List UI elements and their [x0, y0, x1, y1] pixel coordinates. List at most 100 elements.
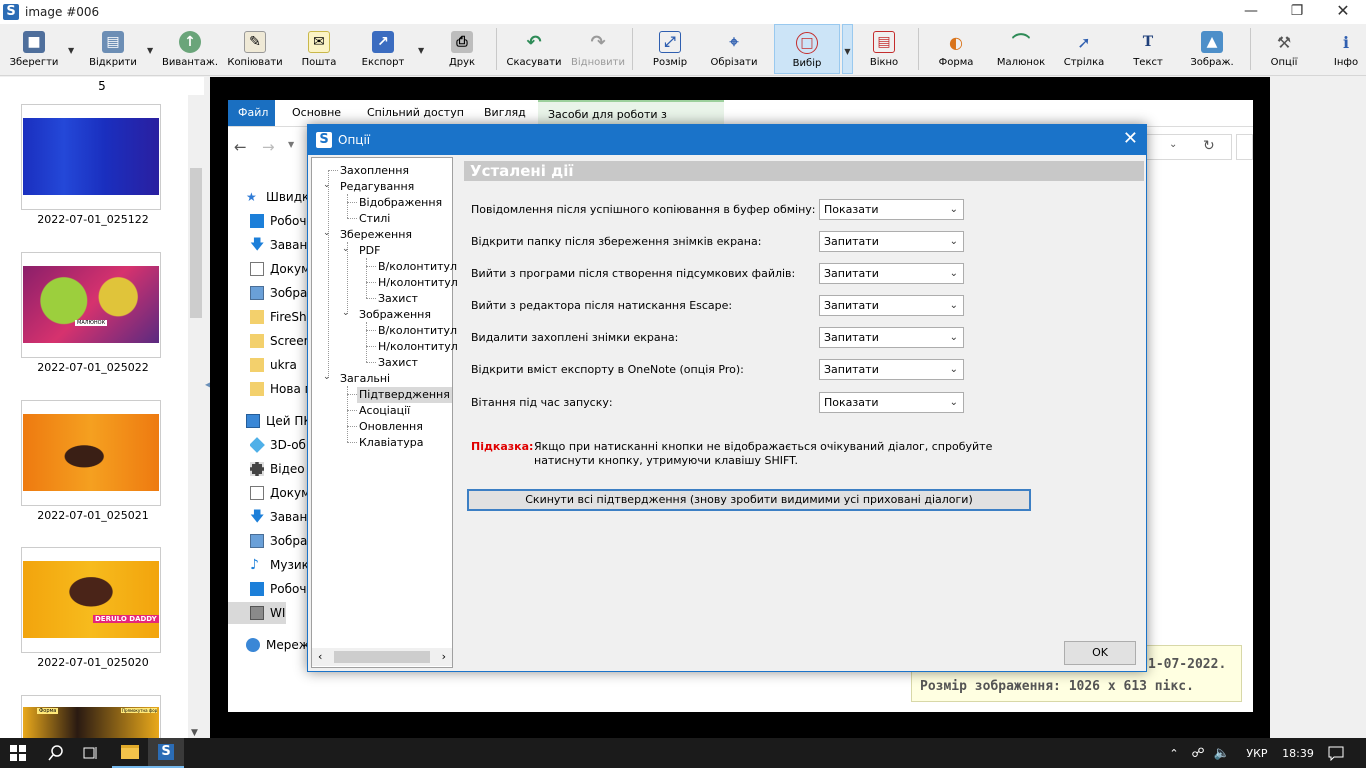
ribbon-tab-view: Вигляд	[484, 106, 526, 119]
search-button[interactable]	[40, 738, 72, 768]
draw-button[interactable]: ⌒ Малюнок	[994, 24, 1048, 74]
tree-item-images[interactable]: Зображення	[359, 307, 431, 323]
maximize-button[interactable]: ❐	[1274, 0, 1320, 24]
save-icon: ■	[23, 31, 45, 53]
tree-item-associations[interactable]: Асоціації	[359, 403, 410, 419]
tree-item-image-protection[interactable]: Захист	[378, 355, 418, 371]
delete-captures-select[interactable]: Запитати ⌄	[819, 327, 964, 348]
thumbnail-scrollbar[interactable]: ▼	[188, 95, 204, 740]
shape-button[interactable]: ◐ Форма	[932, 24, 980, 74]
crop-button[interactable]: ⌖ Обрізати	[708, 24, 760, 74]
dialog-close-button[interactable]: ✕	[1123, 129, 1138, 149]
thumbnail-item[interactable]: Форма Прямокутна форма	[21, 695, 161, 741]
exit-on-escape-select[interactable]: Запитати ⌄	[819, 295, 964, 316]
tree-item-image-header[interactable]: В/колонтитул	[378, 323, 457, 339]
tree-item-image-footer[interactable]: Н/колонтитул	[378, 339, 458, 355]
volume-icon[interactable]: 🔈	[1212, 738, 1232, 768]
tree-horizontal-scrollbar[interactable]: ‹ ›	[312, 648, 452, 666]
copy-notification-select[interactable]: Показати ⌄	[819, 199, 964, 220]
text-button[interactable]: T Текст	[1126, 24, 1170, 74]
tree-item-styles[interactable]: Стилі	[359, 211, 390, 227]
chevron-down-icon: ⌄	[949, 236, 958, 247]
tree-item-display[interactable]: Відображення	[359, 195, 442, 211]
tree-item-keyboard[interactable]: Клавіатура	[359, 435, 424, 451]
tree-expand-icon[interactable]: ⌄	[342, 308, 350, 318]
undo-button[interactable]: ↶ Скасувати	[504, 24, 564, 74]
select-button[interactable]: □ Вибір	[774, 24, 840, 74]
redo-button[interactable]: ↷ Відновити	[568, 24, 628, 74]
clock[interactable]: 18:39	[1276, 738, 1320, 768]
desktop-icon	[250, 582, 264, 596]
tree-expand-icon[interactable]: ⌄	[323, 180, 331, 190]
thumbnail-item[interactable]	[21, 400, 161, 506]
thumbnail-item[interactable]: DERULO DADDY	[21, 547, 161, 653]
export-dropdown-arrow[interactable]: ▼	[418, 46, 424, 55]
startup-greeting-select[interactable]: Показати ⌄	[819, 392, 964, 413]
tree-item-pdf-header[interactable]: В/колонтитул	[378, 259, 457, 275]
onenote-export-select[interactable]: Запитати ⌄	[819, 359, 964, 380]
scroll-down-icon[interactable]: ▼	[191, 728, 198, 738]
nav-item: Документи	[250, 482, 308, 504]
chevron-down-icon: ⌄	[949, 268, 958, 279]
info-button[interactable]: i Інфо	[1326, 24, 1366, 74]
scrollbar-thumb[interactable]	[334, 651, 430, 663]
image-button[interactable]: ▲ Зобрaж.	[1186, 24, 1238, 74]
task-view-icon	[83, 747, 97, 759]
tree-expand-icon[interactable]: ⌄	[323, 372, 331, 382]
video-icon	[250, 462, 264, 476]
file-explorer-taskbar-button[interactable]	[112, 738, 148, 768]
tree-item-pdf-protection[interactable]: Захист	[378, 291, 418, 307]
reset-confirmations-button[interactable]: Скинути всі підтвердження (знову зробити…	[467, 489, 1031, 511]
tree-expand-icon[interactable]: ⌄	[342, 244, 350, 254]
close-button[interactable]: ✕	[1320, 0, 1366, 24]
setting-label: Вийти з редактора після натискання Escap…	[471, 299, 733, 312]
open-folder-select[interactable]: Запитати ⌄	[819, 231, 964, 252]
tree-item-pdf-footer[interactable]: Н/колонтитул	[378, 275, 458, 291]
toolbar-separator	[1250, 28, 1251, 70]
scrollbar-thumb[interactable]	[190, 168, 202, 318]
copy-button[interactable]: ✎ Копіювати	[226, 24, 284, 74]
network-icon[interactable]: ☍	[1188, 738, 1208, 768]
tree-item-editing[interactable]: Редагування	[340, 179, 414, 195]
scroll-right-icon[interactable]: ›	[442, 650, 446, 663]
open-dropdown-arrow[interactable]: ▼	[147, 46, 153, 55]
scroll-left-icon[interactable]: ‹	[318, 650, 322, 663]
arrow-button[interactable]: ➚ Стрілка	[1060, 24, 1108, 74]
select-dropdown-arrow[interactable]: ▼	[842, 24, 853, 74]
mail-button[interactable]: ✉ Пошта	[296, 24, 342, 74]
folder-icon	[250, 382, 264, 396]
language-indicator[interactable]: УКР	[1240, 738, 1274, 768]
save-button[interactable]: ■ Зберегти	[6, 24, 62, 74]
open-button[interactable]: ▤ Відкрити	[86, 24, 140, 74]
print-button[interactable]: ⎙ Друк	[440, 24, 484, 74]
thumbnail-item[interactable]: МАЛЮНОК	[21, 252, 161, 358]
task-view-button[interactable]	[74, 738, 106, 768]
window-button[interactable]: ▤ Вікно	[862, 24, 906, 74]
tree-item-capture[interactable]: Захоплення	[340, 163, 409, 179]
tree-item-pdf[interactable]: PDF	[359, 243, 380, 259]
ok-button[interactable]: OK	[1064, 641, 1136, 665]
open-folder-icon: ▤	[102, 31, 124, 53]
tree-item-general[interactable]: Загальні	[340, 371, 390, 387]
thumbnail-label: DERULO DADDY	[93, 615, 159, 623]
thumbnail-panel: 5 2022-07-01_025122 МАЛЮНОК 2022-07-01_0…	[0, 77, 204, 741]
pictures-icon	[250, 286, 264, 300]
resize-button[interactable]: ⤢ Розмір	[646, 24, 694, 74]
show-hidden-icons-button[interactable]: ⌃	[1164, 738, 1184, 768]
tree-item-updates[interactable]: Оновлення	[359, 419, 423, 435]
minimize-button[interactable]: —	[1228, 0, 1274, 24]
options-button[interactable]: ⚒ Опції	[1262, 24, 1306, 74]
save-dropdown-arrow[interactable]: ▼	[68, 46, 74, 55]
thumbnail-item[interactable]	[21, 104, 161, 210]
app-taskbar-button[interactable]: S	[148, 738, 184, 768]
tree-item-confirmations[interactable]: Підтвердження	[357, 387, 452, 403]
tree-item-saving[interactable]: Збереження	[340, 227, 412, 243]
exit-after-files-select[interactable]: Запитати ⌄	[819, 263, 964, 284]
toolbar-separator	[632, 28, 633, 70]
toolbar-separator	[918, 28, 919, 70]
export-button[interactable]: ↗ Експорт	[358, 24, 408, 74]
start-button[interactable]	[0, 738, 36, 768]
upload-button[interactable]: ↑ Вивантаж.	[162, 24, 218, 74]
notifications-button[interactable]	[1322, 738, 1350, 768]
tree-expand-icon[interactable]: ⌄	[323, 228, 331, 238]
